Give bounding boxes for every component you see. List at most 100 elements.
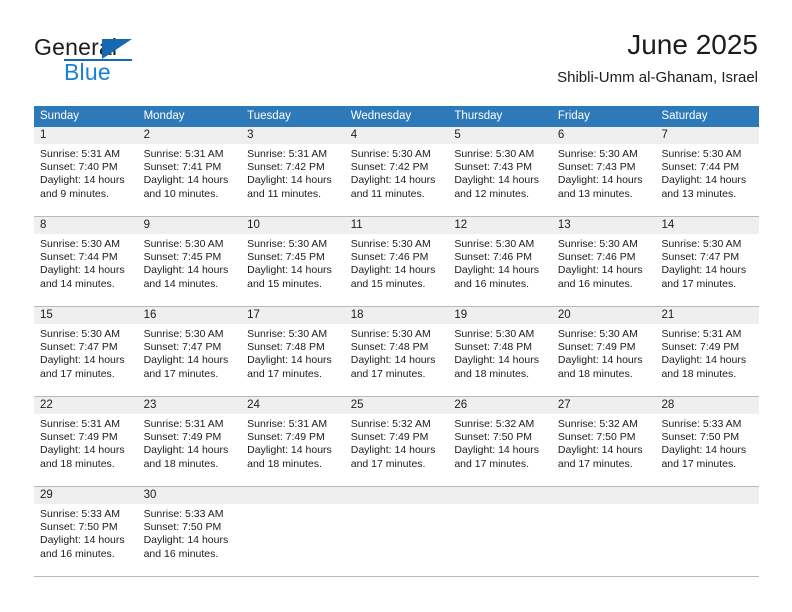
daylight-text: Daylight: 14 hours and 13 minutes. — [557, 174, 643, 200]
page-subtitle: Shibli-Umm al-Ghanam, Israel — [557, 69, 758, 86]
day-number: 16 — [137, 307, 242, 324]
day-details: Sunrise: 5:30 AM Sunset: 7:43 PM Dayligh… — [448, 144, 552, 201]
day-details: Sunrise: 5:31 AM Sunset: 7:49 PM Dayligh… — [138, 414, 242, 471]
daylight-text: Daylight: 14 hours and 16 minutes. — [454, 264, 539, 290]
weekday-header-tuesday: Tuesday — [247, 110, 291, 122]
day-cell[interactable]: 28 Sunrise: 5:33 AM Sunset: 7:50 PM Dayl… — [655, 397, 760, 486]
day-number: 12 — [448, 217, 552, 234]
sunset-text: Sunset: 7:49 PM — [557, 341, 636, 354]
day-cell-empty — [655, 487, 760, 576]
day-number: 24 — [241, 397, 345, 414]
sunset-text: Sunset: 7:49 PM — [247, 431, 325, 444]
sunset-text: Sunset: 7:50 PM — [454, 431, 532, 444]
day-cell[interactable]: 30 Sunrise: 5:33 AM Sunset: 7:50 PM Dayl… — [137, 487, 242, 576]
sunset-text: Sunset: 7:47 PM — [143, 341, 222, 354]
day-cell[interactable]: 12 Sunrise: 5:30 AM Sunset: 7:46 PM Dayl… — [448, 217, 552, 306]
sunrise-text: Sunrise: 5:31 AM — [40, 418, 120, 430]
sunrise-text: Sunrise: 5:33 AM — [143, 508, 224, 520]
day-details — [552, 504, 656, 508]
sunrise-text: Sunrise: 5:30 AM — [350, 328, 431, 340]
day-details: Sunrise: 5:30 AM Sunset: 7:43 PM Dayligh… — [552, 144, 656, 201]
day-details — [448, 504, 552, 508]
day-cell[interactable]: 24 Sunrise: 5:31 AM Sunset: 7:49 PM Dayl… — [241, 397, 345, 486]
sunset-text: Sunset: 7:50 PM — [40, 521, 118, 534]
day-cell[interactable]: 1 Sunrise: 5:31 AM Sunset: 7:40 PM Dayli… — [34, 127, 138, 216]
day-cell[interactable]: 19 Sunrise: 5:30 AM Sunset: 7:48 PM Dayl… — [448, 307, 552, 396]
weekday-header-row: Sunday Monday Tuesday Wednesday Thursday… — [34, 106, 759, 127]
day-number — [655, 487, 760, 504]
daylight-text: Daylight: 14 hours and 11 minutes. — [247, 174, 332, 200]
day-cell[interactable]: 15 Sunrise: 5:30 AM Sunset: 7:47 PM Dayl… — [34, 307, 138, 396]
day-cell[interactable]: 13 Sunrise: 5:30 AM Sunset: 7:46 PM Dayl… — [551, 217, 656, 306]
day-cell[interactable]: 3 Sunrise: 5:31 AM Sunset: 7:42 PM Dayli… — [241, 127, 345, 216]
day-number: 21 — [655, 307, 760, 324]
day-number: 25 — [344, 397, 449, 414]
day-number: 29 — [34, 487, 138, 504]
day-cell[interactable]: 21 Sunrise: 5:31 AM Sunset: 7:49 PM Dayl… — [655, 307, 760, 396]
daylight-text: Daylight: 14 hours and 10 minutes. — [143, 174, 229, 200]
daylight-text: Daylight: 14 hours and 18 minutes. — [247, 444, 332, 470]
day-details: Sunrise: 5:30 AM Sunset: 7:44 PM Dayligh… — [655, 144, 759, 201]
sunrise-text: Sunrise: 5:31 AM — [143, 148, 224, 160]
sunrise-text: Sunrise: 5:30 AM — [143, 328, 224, 340]
day-cell[interactable]: 18 Sunrise: 5:30 AM Sunset: 7:48 PM Dayl… — [344, 307, 449, 396]
day-details: Sunrise: 5:31 AM Sunset: 7:40 PM Dayligh… — [34, 144, 138, 201]
day-number: 19 — [448, 307, 552, 324]
day-cell[interactable]: 11 Sunrise: 5:30 AM Sunset: 7:46 PM Dayl… — [344, 217, 449, 306]
daylight-text: Daylight: 14 hours and 17 minutes. — [454, 444, 539, 470]
day-cell-empty — [448, 487, 552, 576]
sunrise-text: Sunrise: 5:31 AM — [143, 418, 224, 430]
day-cell[interactable]: 25 Sunrise: 5:32 AM Sunset: 7:49 PM Dayl… — [344, 397, 449, 486]
sunrise-text: Sunrise: 5:31 AM — [247, 418, 328, 430]
week-row: 29 Sunrise: 5:33 AM Sunset: 7:50 PM Dayl… — [34, 487, 760, 577]
day-cell[interactable]: 9 Sunrise: 5:30 AM Sunset: 7:45 PM Dayli… — [137, 217, 242, 306]
daylight-text: Daylight: 14 hours and 16 minutes. — [557, 264, 643, 290]
day-number: 6 — [551, 127, 656, 144]
day-cell[interactable]: 17 Sunrise: 5:30 AM Sunset: 7:48 PM Dayl… — [241, 307, 345, 396]
sunset-text: Sunset: 7:44 PM — [40, 251, 118, 264]
sunset-text: Sunset: 7:49 PM — [661, 341, 740, 354]
daylight-text: Daylight: 14 hours and 17 minutes. — [247, 354, 332, 380]
day-details: Sunrise: 5:31 AM Sunset: 7:41 PM Dayligh… — [138, 144, 242, 201]
day-number: 2 — [137, 127, 242, 144]
day-number: 27 — [551, 397, 656, 414]
day-cell[interactable]: 22 Sunrise: 5:31 AM Sunset: 7:49 PM Dayl… — [34, 397, 138, 486]
day-number: 1 — [34, 127, 138, 144]
sunrise-text: Sunrise: 5:33 AM — [40, 508, 120, 520]
day-cell[interactable]: 16 Sunrise: 5:30 AM Sunset: 7:47 PM Dayl… — [137, 307, 242, 396]
daylight-text: Daylight: 14 hours and 15 minutes. — [247, 264, 332, 290]
day-details: Sunrise: 5:30 AM Sunset: 7:48 PM Dayligh… — [448, 324, 552, 381]
day-cell[interactable]: 5 Sunrise: 5:30 AM Sunset: 7:43 PM Dayli… — [448, 127, 552, 216]
day-cell[interactable]: 10 Sunrise: 5:30 AM Sunset: 7:45 PM Dayl… — [241, 217, 345, 306]
sunrise-text: Sunrise: 5:30 AM — [454, 238, 535, 250]
day-cell[interactable]: 23 Sunrise: 5:31 AM Sunset: 7:49 PM Dayl… — [137, 397, 242, 486]
day-cell[interactable]: 4 Sunrise: 5:30 AM Sunset: 7:42 PM Dayli… — [344, 127, 449, 216]
daylight-text: Daylight: 14 hours and 18 minutes. — [454, 354, 539, 380]
day-cell[interactable]: 26 Sunrise: 5:32 AM Sunset: 7:50 PM Dayl… — [448, 397, 552, 486]
day-number: 5 — [448, 127, 552, 144]
day-cell[interactable]: 7 Sunrise: 5:30 AM Sunset: 7:44 PM Dayli… — [655, 127, 760, 216]
day-details: Sunrise: 5:31 AM Sunset: 7:49 PM Dayligh… — [34, 414, 138, 471]
daylight-text: Daylight: 14 hours and 17 minutes. — [40, 354, 125, 380]
day-cell[interactable]: 2 Sunrise: 5:31 AM Sunset: 7:41 PM Dayli… — [137, 127, 242, 216]
sunrise-text: Sunrise: 5:30 AM — [143, 238, 224, 250]
day-cell[interactable]: 20 Sunrise: 5:30 AM Sunset: 7:49 PM Dayl… — [551, 307, 656, 396]
daylight-text: Daylight: 14 hours and 16 minutes. — [143, 534, 229, 560]
day-number: 11 — [344, 217, 449, 234]
day-details: Sunrise: 5:30 AM Sunset: 7:46 PM Dayligh… — [448, 234, 552, 291]
day-cell[interactable]: 27 Sunrise: 5:32 AM Sunset: 7:50 PM Dayl… — [551, 397, 656, 486]
day-number: 14 — [655, 217, 760, 234]
sunrise-text: Sunrise: 5:30 AM — [661, 238, 742, 250]
day-cell[interactable]: 6 Sunrise: 5:30 AM Sunset: 7:43 PM Dayli… — [551, 127, 656, 216]
sunset-text: Sunset: 7:49 PM — [350, 431, 429, 444]
day-cell[interactable]: 29 Sunrise: 5:33 AM Sunset: 7:50 PM Dayl… — [34, 487, 138, 576]
day-details: Sunrise: 5:30 AM Sunset: 7:45 PM Dayligh… — [138, 234, 242, 291]
sunrise-text: Sunrise: 5:30 AM — [454, 148, 535, 160]
sunset-text: Sunset: 7:48 PM — [350, 341, 429, 354]
page-header: General Blue June 2025 Shibli-Umm al-Gha… — [34, 28, 758, 94]
calendar-grid: Sunday Monday Tuesday Wednesday Thursday… — [34, 106, 760, 577]
day-number: 17 — [241, 307, 345, 324]
day-cell[interactable]: 8 Sunrise: 5:30 AM Sunset: 7:44 PM Dayli… — [34, 217, 138, 306]
day-details: Sunrise: 5:30 AM Sunset: 7:42 PM Dayligh… — [345, 144, 449, 201]
day-cell[interactable]: 14 Sunrise: 5:30 AM Sunset: 7:47 PM Dayl… — [655, 217, 760, 306]
